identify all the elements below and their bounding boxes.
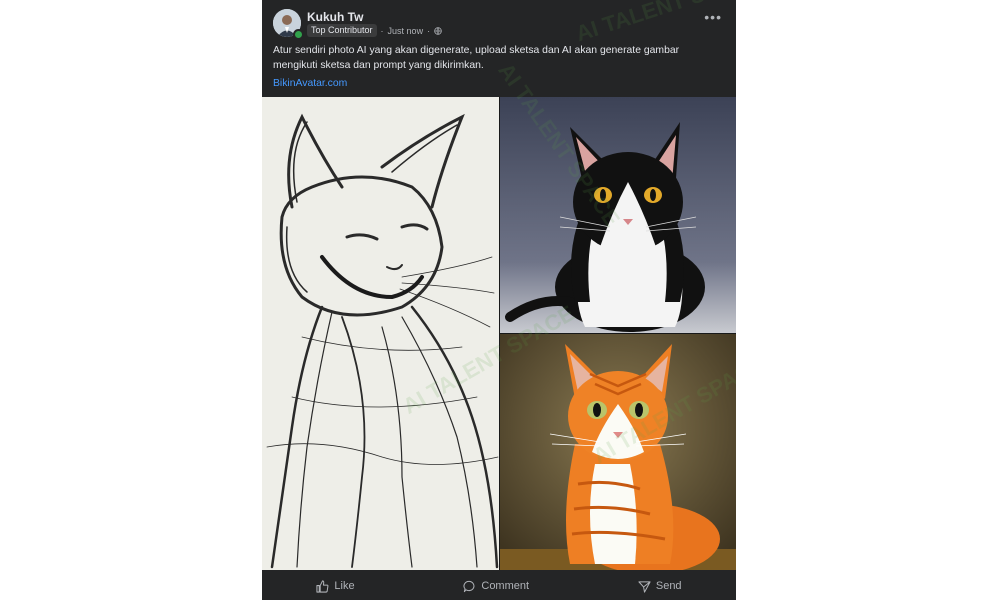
image-orange-cat[interactable] (500, 334, 736, 570)
meta-separator-2: · (427, 25, 431, 36)
comment-icon (463, 580, 475, 592)
comment-label: Comment (481, 580, 530, 592)
post-link[interactable]: BikinAvatar.com (273, 78, 347, 89)
like-icon (316, 579, 329, 593)
image-sketch-cat[interactable] (262, 97, 499, 570)
like-label: Like (334, 580, 355, 592)
post-text: Atur sendiri photo AI yang akan digenera… (273, 45, 680, 71)
post-meta: Top Contributor · Just now · (307, 24, 442, 37)
image-grid: AI TALENT SPACE AI TALENT SPACE AI TALEN… (262, 0, 736, 570)
send-label: Send (655, 580, 682, 592)
globe-icon (434, 26, 442, 35)
more-options-icon[interactable]: ••• (704, 10, 722, 24)
contributor-badge: Top Contributor (307, 24, 377, 37)
send-icon (638, 580, 651, 593)
action-bar: Like Comment Send (262, 572, 736, 600)
comment-button[interactable]: Comment (463, 580, 529, 593)
send-button[interactable]: Send (638, 580, 682, 593)
image-black-white-cat[interactable] (500, 97, 736, 333)
online-status-dot (293, 29, 304, 40)
meta-separator: · (380, 25, 384, 36)
post-card: Kukuh Tw Top Contributor · Just now · ••… (262, 0, 736, 600)
post-time[interactable]: Just now (388, 26, 424, 36)
like-button[interactable]: Like (316, 579, 355, 593)
author-name[interactable]: Kukuh Tw (307, 10, 363, 24)
